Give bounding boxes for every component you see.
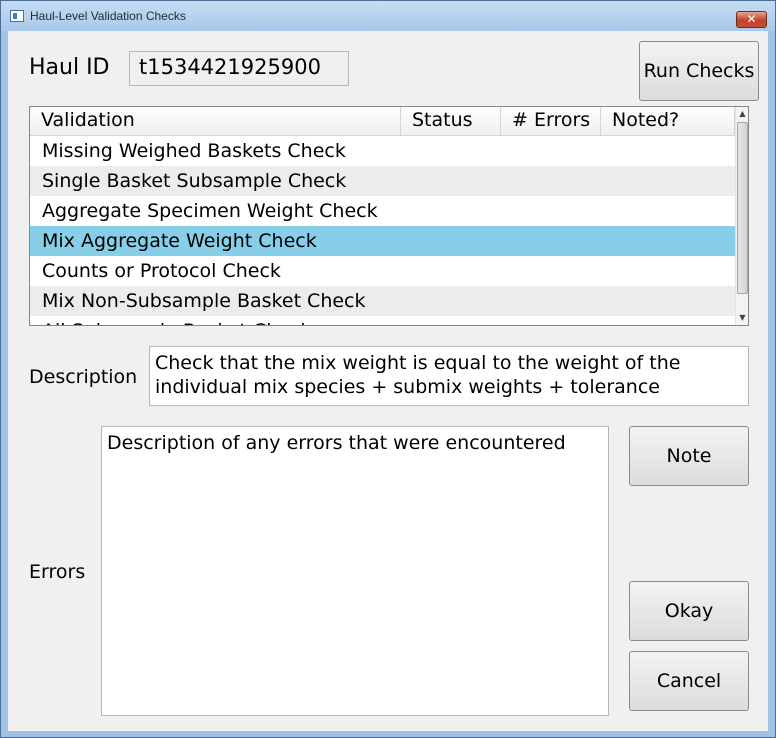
- table-row[interactable]: Counts or Protocol Check: [30, 256, 735, 286]
- run-checks-button[interactable]: Run Checks: [639, 41, 759, 101]
- table-header: Validation Status # Errors Noted?: [30, 107, 735, 136]
- haul-id-field: t1534421925900: [129, 51, 349, 86]
- table-row[interactable]: Mix Aggregate Weight Check: [30, 226, 735, 256]
- dialog-window: Haul-Level Validation Checks ✕ Haul ID t…: [0, 0, 776, 738]
- validation-cell: All Subsample Basket Check: [42, 320, 311, 325]
- close-button[interactable]: ✕: [736, 11, 767, 28]
- app-window-icon: [10, 10, 24, 22]
- validation-table[interactable]: Validation Status # Errors Noted? Missin…: [29, 106, 749, 326]
- table-row[interactable]: Aggregate Specimen Weight Check: [30, 196, 735, 226]
- scroll-up-arrow-icon[interactable]: ▲: [737, 107, 748, 121]
- table-row[interactable]: Single Basket Subsample Check: [30, 166, 735, 196]
- errors-textarea[interactable]: Description of any errors that were enco…: [101, 426, 609, 716]
- column-header-status[interactable]: Status: [401, 107, 501, 135]
- validation-cell: Aggregate Specimen Weight Check: [42, 200, 378, 222]
- okay-button[interactable]: Okay: [629, 581, 749, 641]
- column-header-errors[interactable]: # Errors: [501, 107, 601, 135]
- validation-cell: Counts or Protocol Check: [42, 260, 281, 282]
- window-title: Haul-Level Validation Checks: [30, 9, 186, 23]
- table-rows: Missing Weighed Baskets Check Single Bask…: [30, 136, 735, 325]
- table-row[interactable]: Mix Non-Subsample Basket Check: [30, 286, 735, 316]
- errors-label: Errors: [29, 561, 86, 583]
- description-box: Check that the mix weight is equal to th…: [149, 346, 749, 406]
- description-label: Description: [29, 366, 138, 388]
- title-bar[interactable]: Haul-Level Validation Checks ✕: [1, 1, 775, 31]
- cancel-button[interactable]: Cancel: [629, 651, 749, 711]
- column-header-noted[interactable]: Noted?: [601, 107, 735, 135]
- dialog-body: Haul ID t1534421925900 Run Checks Valida…: [8, 31, 768, 731]
- validation-cell: Single Basket Subsample Check: [42, 170, 347, 192]
- scroll-down-arrow-icon[interactable]: ▼: [737, 311, 748, 325]
- validation-cell: Mix Non-Subsample Basket Check: [42, 290, 366, 312]
- validation-cell: Missing Weighed Baskets Check: [42, 140, 346, 162]
- vertical-scrollbar[interactable]: ▲ ▼: [735, 107, 748, 325]
- column-header-validation[interactable]: Validation: [30, 107, 401, 135]
- table-row[interactable]: Missing Weighed Baskets Check: [30, 136, 735, 166]
- scrollbar-thumb[interactable]: [737, 122, 748, 294]
- validation-cell: Mix Aggregate Weight Check: [42, 230, 317, 252]
- haul-id-label: Haul ID: [29, 55, 110, 80]
- table-row[interactable]: All Subsample Basket Check: [30, 316, 735, 325]
- note-button[interactable]: Note: [629, 426, 749, 486]
